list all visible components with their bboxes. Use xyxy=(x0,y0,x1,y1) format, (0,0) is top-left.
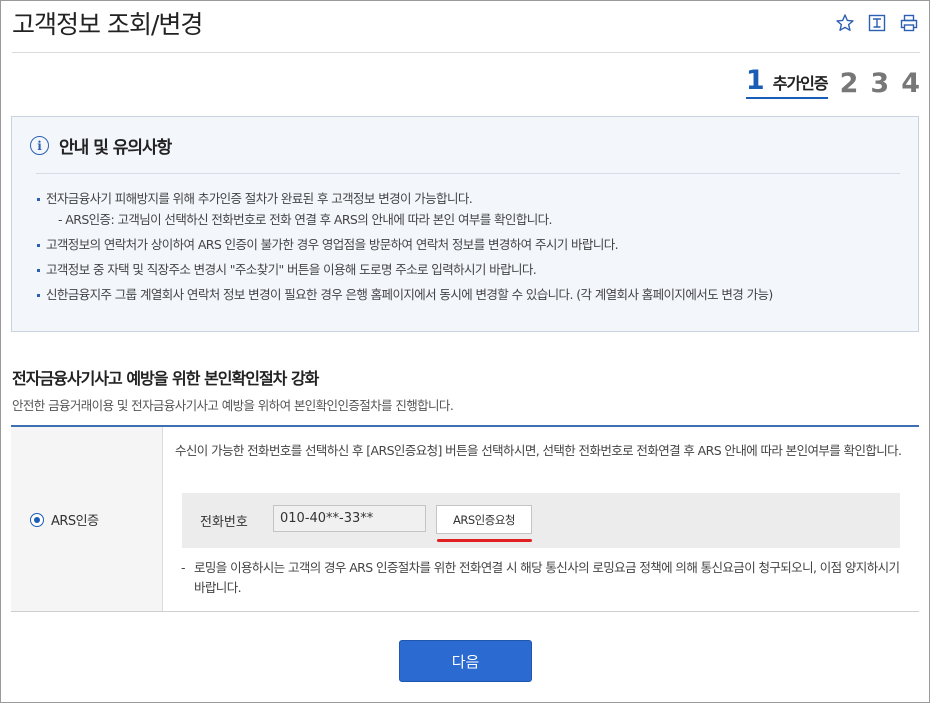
toolbar-icons xyxy=(834,12,920,34)
notice-subitem: - ARS인증: 고객님이 선택하신 전화번호로 전화 연결 후 ARS의 안내… xyxy=(58,212,553,227)
verification-form: ARS인증 수신이 가능한 전화번호를 선택하신 후 [ARS인증요청] 버튼을… xyxy=(11,425,919,612)
info-icon: i xyxy=(30,136,49,155)
radio-dot xyxy=(34,516,40,523)
ars-radio-label: ARS인증 xyxy=(51,514,99,529)
roaming-note-text: 로밍을 이용하시는 고객의 경우 ARS 인증절차를 위한 전화연결 시 해당 … xyxy=(194,560,900,595)
ars-request-button[interactable]: ARS인증요청 xyxy=(436,505,532,534)
bookmark-icon[interactable] xyxy=(866,12,888,34)
notice-item: 신한금융지주 그룹 계열회사 연락처 정보 변경이 필요한 경우 은행 홈페이지… xyxy=(37,285,773,310)
notice-list: 전자금융사기 피해방지를 위해 추가인증 절차가 완료된 후 고객정보 변경이 … xyxy=(37,189,773,310)
radio-button-selected[interactable] xyxy=(30,512,44,527)
roaming-note: - 로밍을 이용하시는 고객의 경우 ARS 인증절차를 위한 전화연결 시 해… xyxy=(181,558,906,598)
print-icon[interactable] xyxy=(898,12,920,34)
step-2: 2 xyxy=(839,68,859,99)
notice-header: i 안내 및 유의사항 xyxy=(30,133,172,158)
ars-description: 수신이 가능한 전화번호를 선택하신 후 [ARS인증요청] 버튼을 선택하시면… xyxy=(175,443,902,458)
step-4: 4 xyxy=(901,68,920,99)
notice-box: i 안내 및 유의사항 전자금융사기 피해방지를 위해 추가인증 절차가 완료된… xyxy=(11,116,919,332)
section-title: 전자금융사기사고 예방을 위한 본인확인절차 강화 xyxy=(12,369,319,388)
roaming-dash: - xyxy=(181,560,186,575)
step-3: 3 xyxy=(870,68,890,99)
step-label: 추가인증 xyxy=(772,74,829,93)
method-cell: ARS인증 xyxy=(11,427,163,611)
phone-row: 전화번호 ARS인증요청 xyxy=(182,493,900,548)
notice-item: 고객정보의 연락처가 상이하여 ARS 인증이 불가한 경우 영업점을 방문하여… xyxy=(37,235,773,260)
ars-radio-option[interactable]: ARS인증 xyxy=(30,510,99,529)
title-divider xyxy=(12,52,920,53)
star-icon[interactable] xyxy=(834,12,856,34)
step-1-active: 1 추가인증 xyxy=(745,65,829,99)
step-number: 1 xyxy=(745,65,765,96)
step-indicator: 1 추가인증 2 3 4 xyxy=(745,65,920,99)
notice-title: 안내 및 유의사항 xyxy=(59,138,172,158)
next-button[interactable]: 다음 xyxy=(399,640,532,682)
notice-item: 고객정보 중 자택 및 직장주소 변경시 "주소찾기" 버튼을 이용해 도로명 … xyxy=(37,260,773,285)
highlight-underline xyxy=(437,539,532,542)
section-description: 안전한 금융거래이용 및 전자금융사기사고 예방을 위하여 본인확인인증절차를 … xyxy=(12,398,454,413)
page-title: 고객정보 조회/변경 xyxy=(12,10,203,39)
phone-number-field[interactable] xyxy=(273,505,426,532)
notice-divider xyxy=(36,173,900,174)
phone-label: 전화번호 xyxy=(200,515,248,530)
